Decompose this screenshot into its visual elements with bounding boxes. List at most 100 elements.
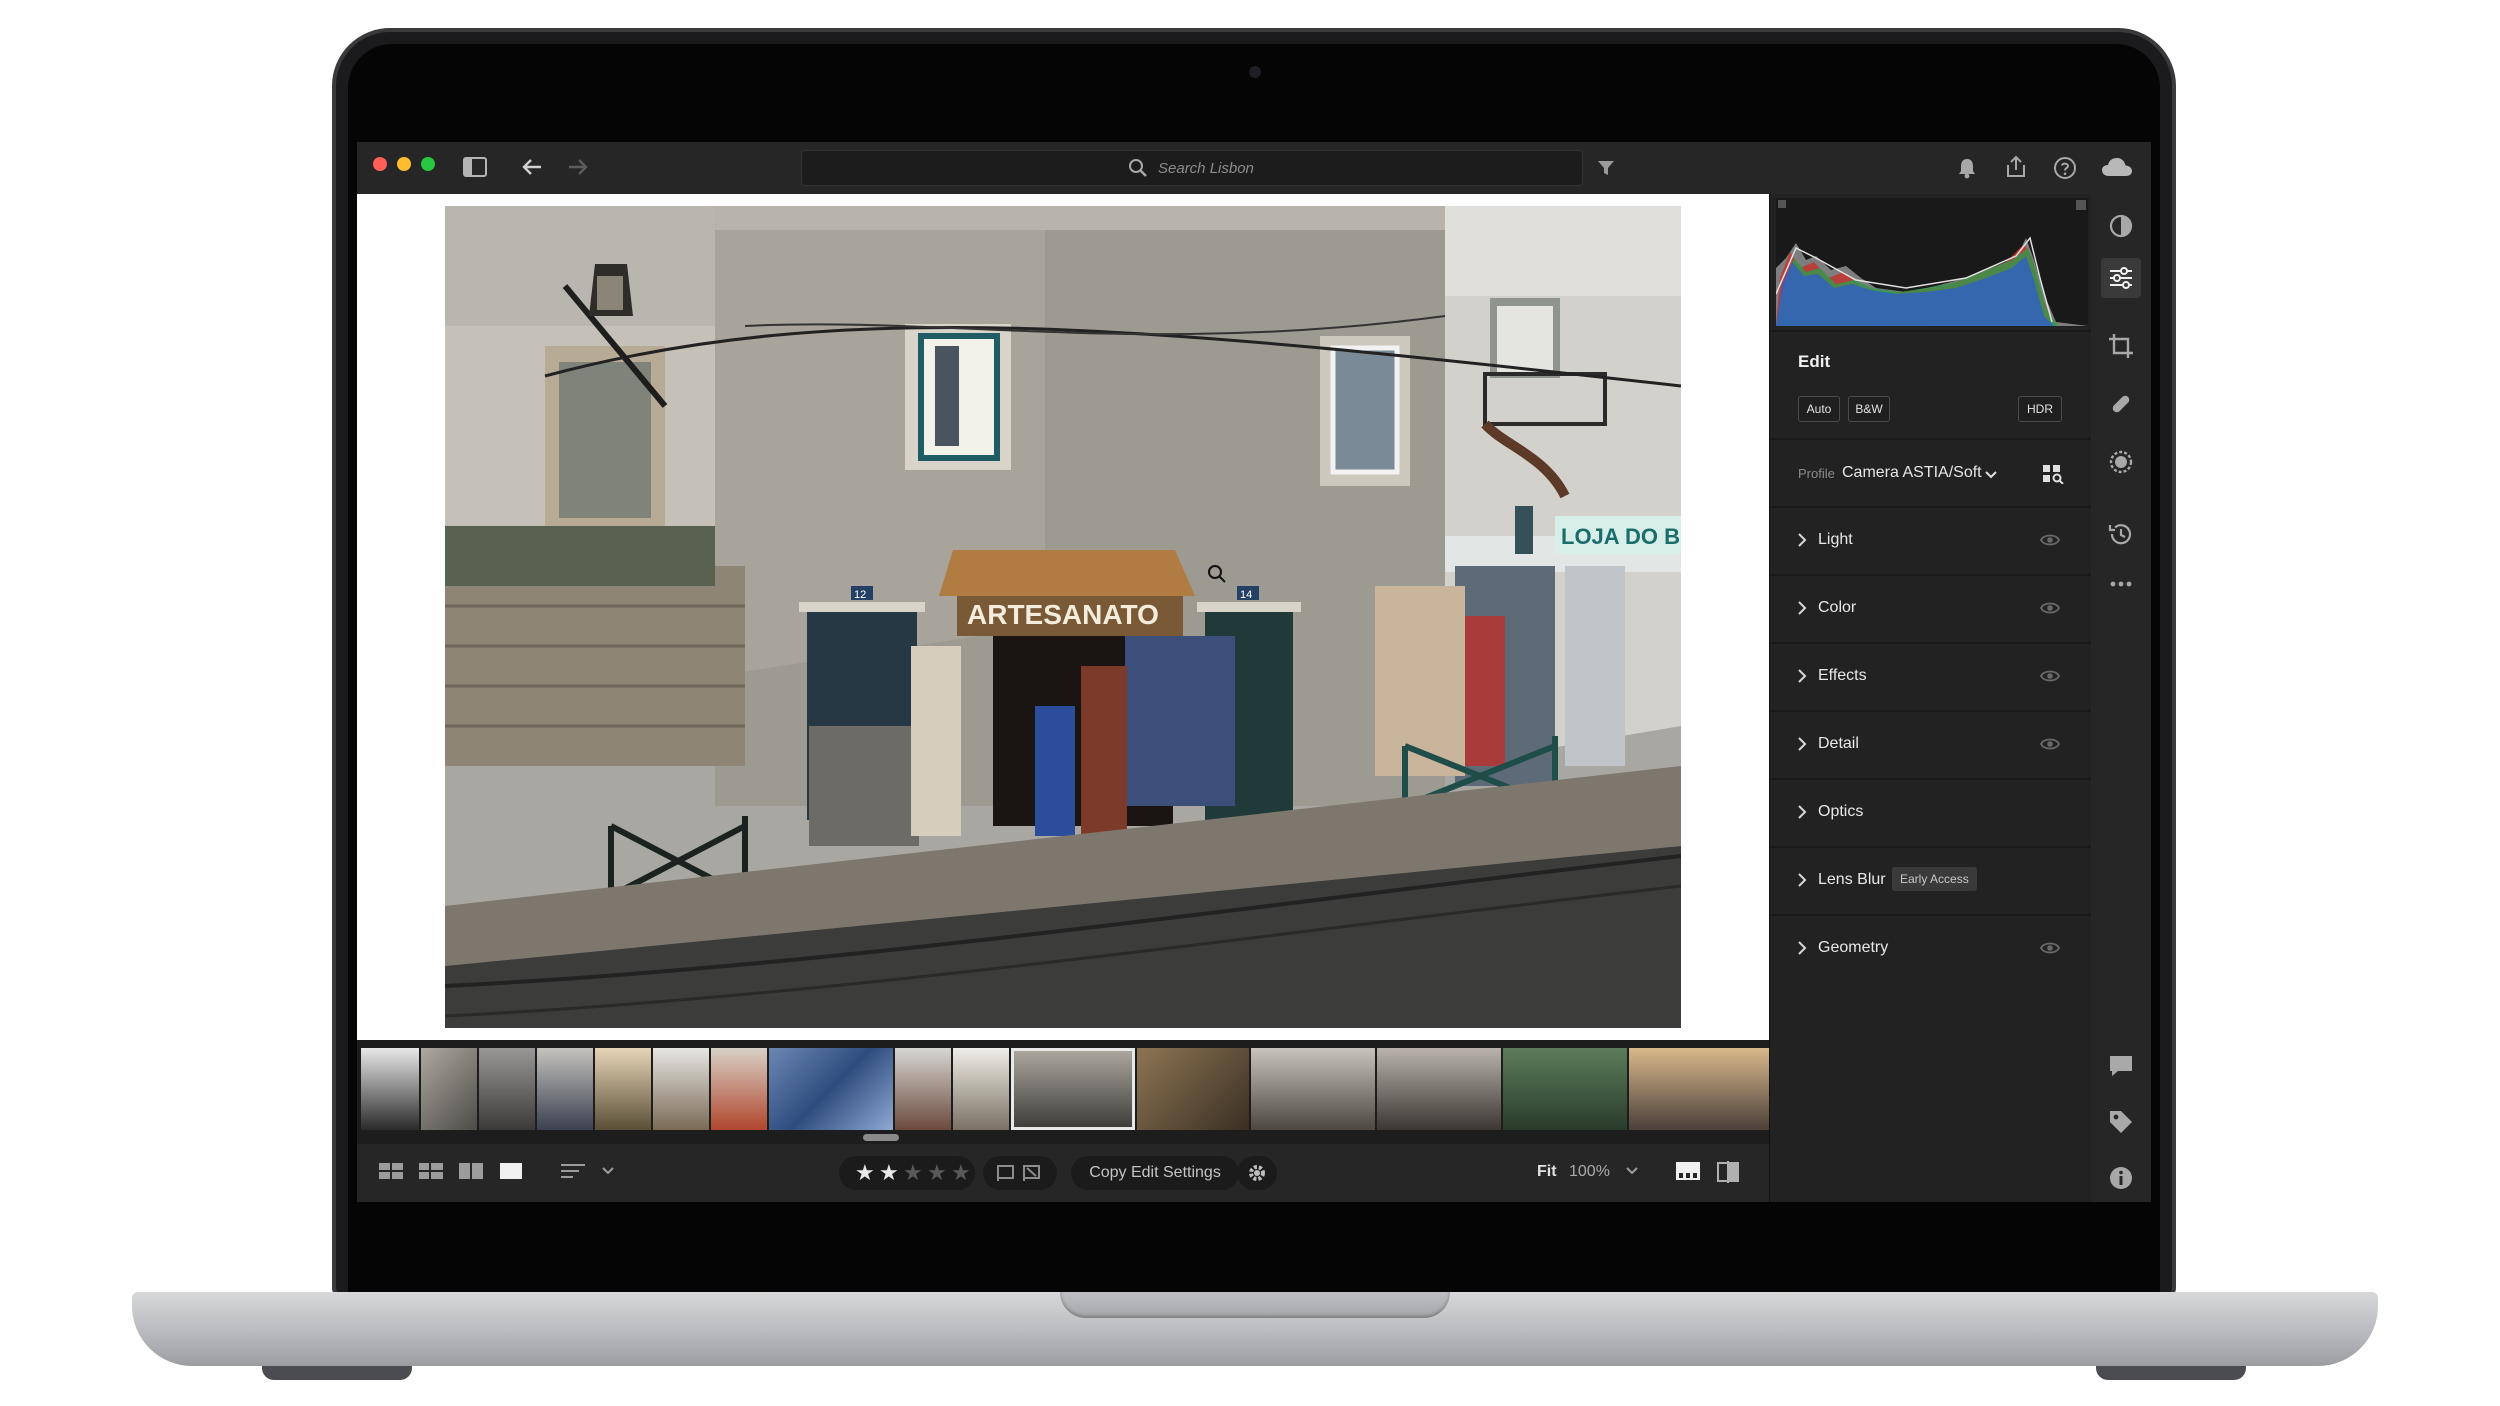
filmstrip-thumb[interactable] <box>653 1048 709 1130</box>
app-window: Search Lisbon ARTESANATO 12 14 LOJA DO B… <box>357 142 2151 1202</box>
star-rating[interactable]: ★ ★ ★ ★ ★ <box>839 1156 975 1190</box>
search-input[interactable]: Search Lisbon <box>1158 160 1254 177</box>
filmstrip-thumb[interactable] <box>537 1048 593 1130</box>
eye-icon[interactable] <box>2040 668 2060 684</box>
black-and-white-button[interactable]: B&W <box>1848 396 1890 422</box>
light-section[interactable]: Light <box>1770 508 2092 574</box>
filter-icon[interactable] <box>1597 159 1615 177</box>
share-icon[interactable] <box>2005 155 2027 179</box>
auto-button[interactable]: Auto <box>1798 396 1840 422</box>
filmstrip-toggle-icon[interactable] <box>1675 1161 1701 1181</box>
compare-view-icon[interactable] <box>459 1161 483 1181</box>
hdr-button[interactable]: HDR <box>2018 396 2062 422</box>
filmstrip-thumb-selected[interactable] <box>1011 1048 1135 1130</box>
healing-bandage-icon[interactable] <box>2107 390 2135 418</box>
laptop-foot-left <box>262 1366 412 1380</box>
flag-controls <box>983 1156 1057 1190</box>
artesanato-sign: ARTESANATO <box>967 599 1159 630</box>
close-window-button[interactable] <box>373 157 387 171</box>
laptop-opening-notch <box>1060 1292 1450 1318</box>
square-grid-view-icon[interactable] <box>379 1161 403 1181</box>
filmstrip-thumb[interactable] <box>953 1048 1009 1130</box>
detail-view-icon[interactable] <box>499 1161 523 1181</box>
door-number-left: 12 <box>854 589 866 601</box>
star-1-icon[interactable]: ★ <box>855 1161 875 1185</box>
chevron-right-icon <box>1798 805 1807 819</box>
detail-section[interactable]: Detail <box>1770 712 2092 778</box>
help-icon[interactable] <box>2053 156 2077 180</box>
star-2-icon[interactable]: ★ <box>879 1161 899 1185</box>
filmstrip[interactable] <box>357 1040 1769 1144</box>
camera-icon <box>1249 66 1261 78</box>
edit-sliders-icon[interactable] <box>2107 264 2135 292</box>
photo-viewer[interactable]: ARTESANATO 12 14 LOJA DO B <box>357 194 1769 1040</box>
sort-chevron-down-icon[interactable] <box>601 1166 615 1176</box>
chevron-right-icon <box>1798 601 1807 615</box>
reject-flag-icon[interactable] <box>1023 1165 1041 1181</box>
copy-edit-settings-button[interactable]: Copy Edit Settings <box>1071 1156 1239 1190</box>
filmstrip-thumb[interactable] <box>711 1048 767 1130</box>
filmstrip-thumb[interactable] <box>1137 1048 1249 1130</box>
eye-icon[interactable] <box>2040 736 2060 752</box>
before-after-icon[interactable] <box>1717 1161 1739 1183</box>
highlight-clipping-indicator[interactable] <box>2076 200 2086 210</box>
title-bar: Search Lisbon <box>357 142 2151 194</box>
filmstrip-thumb[interactable] <box>1629 1048 1769 1130</box>
section-label: Effects <box>1818 667 1867 684</box>
star-5-icon[interactable]: ★ <box>951 1161 971 1185</box>
minimize-window-button[interactable] <box>397 157 411 171</box>
filmstrip-thumb[interactable] <box>769 1048 893 1130</box>
fit-zoom-label[interactable]: Fit <box>1537 1163 1557 1181</box>
profile-browser-icon[interactable] <box>2042 464 2064 484</box>
info-icon[interactable] <box>2107 1164 2135 1192</box>
crop-icon[interactable] <box>2107 332 2135 360</box>
filmstrip-thumb[interactable] <box>421 1048 477 1130</box>
filmstrip-thumb[interactable] <box>1503 1048 1627 1130</box>
geometry-section[interactable]: Geometry <box>1770 916 2092 982</box>
eye-icon[interactable] <box>2040 532 2060 548</box>
chevron-right-icon <box>1798 941 1807 955</box>
pick-flag-icon[interactable] <box>997 1165 1015 1181</box>
photo-grid-view-icon[interactable] <box>419 1161 443 1181</box>
filmstrip-thumb[interactable] <box>479 1048 535 1130</box>
profile-select[interactable]: Camera ASTIA/Soft <box>1842 464 1982 482</box>
masking-icon[interactable] <box>2107 448 2135 476</box>
histogram <box>1775 198 2088 326</box>
search-bar[interactable]: Search Lisbon <box>801 150 1583 186</box>
sidebar-toggle-icon[interactable] <box>463 157 487 177</box>
filmstrip-thumb[interactable] <box>361 1048 419 1130</box>
zoom-window-button[interactable] <box>421 157 435 171</box>
presets-icon[interactable] <box>2107 212 2135 240</box>
notifications-bell-icon[interactable] <box>1957 157 1977 179</box>
eye-icon[interactable] <box>2040 600 2060 616</box>
more-options-icon[interactable] <box>2107 570 2135 598</box>
filmstrip-thumb[interactable] <box>895 1048 951 1130</box>
edit-panel-title: Edit <box>1798 352 1831 371</box>
section-label: Lens Blur <box>1818 871 1886 888</box>
sort-icon[interactable] <box>561 1161 587 1181</box>
filmstrip-thumb[interactable] <box>595 1048 651 1130</box>
keywords-tag-icon[interactable] <box>2107 1108 2135 1136</box>
zoom-level-select[interactable]: 100% <box>1569 1163 1610 1181</box>
history-icon[interactable] <box>2107 520 2135 548</box>
comments-icon[interactable] <box>2107 1052 2135 1080</box>
cloud-sync-icon[interactable] <box>2101 156 2133 178</box>
shadow-clipping-indicator[interactable] <box>1778 200 1786 208</box>
lens-blur-section[interactable]: Lens Blur Early Access <box>1770 848 2092 914</box>
filmstrip-thumb[interactable] <box>1251 1048 1375 1130</box>
forward-arrow-icon[interactable] <box>567 157 589 177</box>
filmstrip-scroll-handle[interactable] <box>863 1134 899 1141</box>
color-section[interactable]: Color <box>1770 576 2092 642</box>
eye-icon[interactable] <box>2040 940 2060 956</box>
edit-settings-gear-button[interactable] <box>1237 1156 1277 1190</box>
star-4-icon[interactable]: ★ <box>927 1161 947 1185</box>
star-3-icon[interactable]: ★ <box>903 1161 923 1185</box>
back-arrow-icon[interactable] <box>521 157 543 177</box>
zoom-chevron-down-icon[interactable] <box>1625 1166 1639 1176</box>
optics-section[interactable]: Optics <box>1770 780 2092 846</box>
profile-chevron-down-icon[interactable] <box>1984 470 1998 480</box>
panel-divider <box>1770 438 2092 440</box>
filmstrip-thumb[interactable] <box>1377 1048 1501 1130</box>
main-photo[interactable]: ARTESANATO 12 14 LOJA DO B <box>445 206 1681 1028</box>
effects-section[interactable]: Effects <box>1770 644 2092 710</box>
